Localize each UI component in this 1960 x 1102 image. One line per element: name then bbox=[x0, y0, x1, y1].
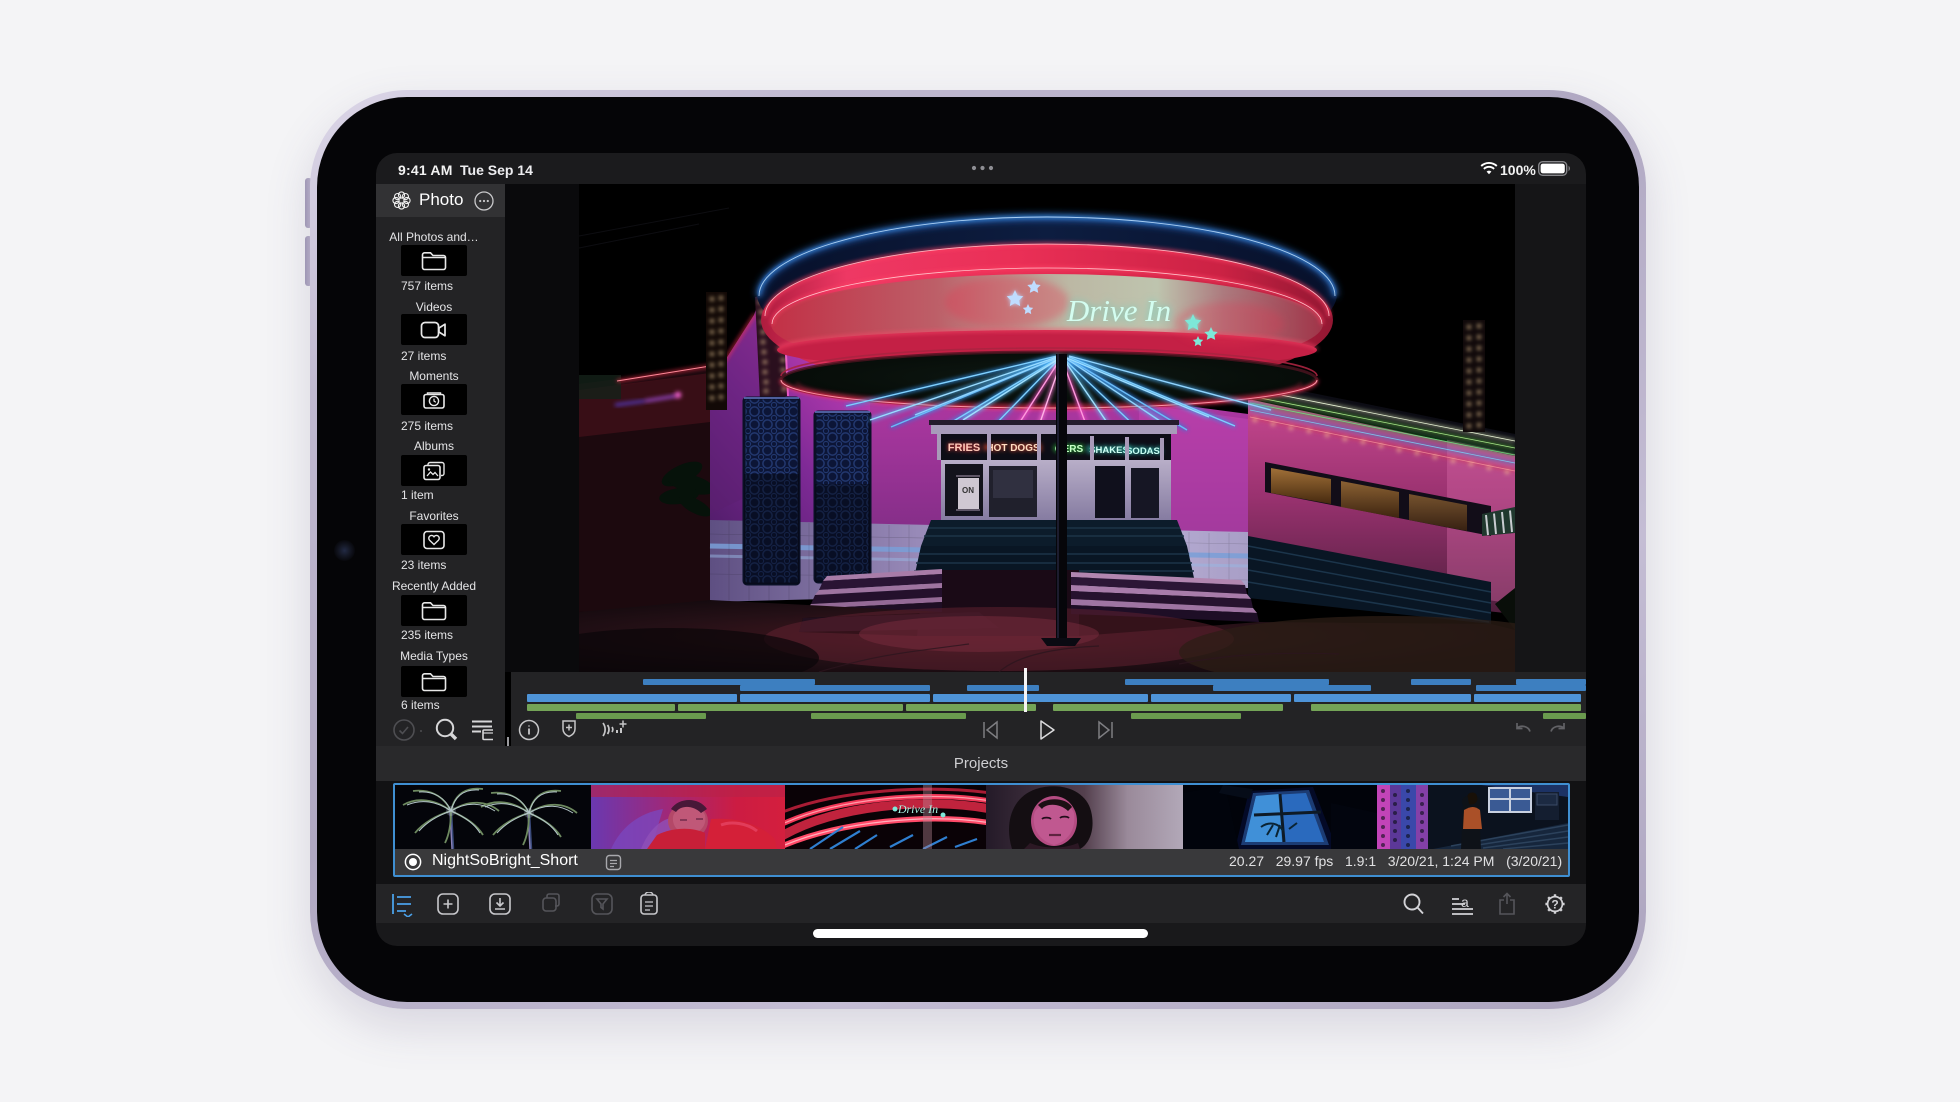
svg-text:Drive In: Drive In bbox=[897, 802, 938, 816]
svg-text:SODAS: SODAS bbox=[1126, 446, 1160, 457]
svg-text:HOT DOGS: HOT DOGS bbox=[986, 443, 1040, 454]
svg-text:ON: ON bbox=[962, 486, 974, 495]
svg-text:?: ? bbox=[1551, 898, 1558, 912]
svg-text:FRIES: FRIES bbox=[948, 442, 980, 454]
svg-text:a: a bbox=[1461, 894, 1469, 910]
svg-text:Drive In: Drive In bbox=[1066, 293, 1171, 328]
